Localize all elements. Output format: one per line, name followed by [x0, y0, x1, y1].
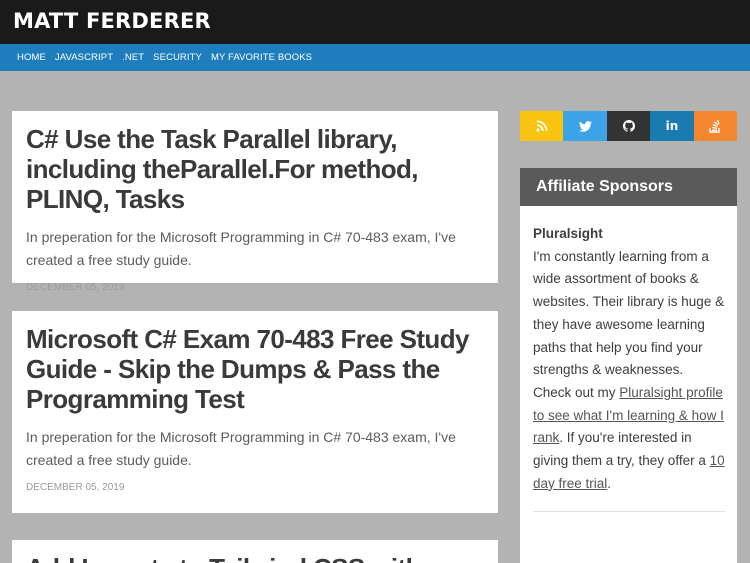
widget-heading: Affiliate Sponsors	[520, 168, 737, 206]
post-excerpt: In preperation for the Microsoft Program…	[26, 429, 456, 468]
main-nav: HOME JAVASCRIPT .NET SECURITY MY FAVORIT…	[0, 44, 750, 71]
nav-home[interactable]: HOME	[17, 52, 46, 63]
post-title-link[interactable]: Microsoft C# Exam 70-483 Free Study Guid…	[26, 324, 484, 414]
nav-my-favorite-books[interactable]: MY FAVORITE BOOKS	[211, 52, 312, 63]
post-title-link[interactable]: C# Use the Task Parallel library, includ…	[26, 124, 484, 214]
social-links: in	[520, 111, 738, 141]
post-card: C# Use the Task Parallel library, includ…	[12, 111, 498, 293]
post-title-link[interactable]: Add Imports to Tailwind CSS with	[26, 553, 484, 563]
github-icon	[622, 120, 635, 132]
post-card: Microsoft C# Exam 70-483 Free Study Guid…	[12, 311, 498, 513]
twitter-icon	[578, 120, 592, 132]
sponsor-description: I'm constantly learning from a wide asso…	[533, 246, 725, 496]
post-excerpt: In preperation for the Microsoft Program…	[26, 229, 456, 268]
affiliate-sponsors-widget: Affiliate Sponsors Pluralsight I'm const…	[520, 168, 737, 563]
post-card: Add Imports to Tailwind CSS with	[12, 540, 498, 563]
divider	[533, 511, 725, 513]
stackoverflow-icon	[709, 119, 721, 133]
linkedin-icon: in	[665, 119, 679, 133]
widget-body: Pluralsight I'm constantly learning from…	[520, 206, 737, 513]
stackoverflow-button[interactable]	[693, 111, 738, 141]
sponsor-text: I'm constantly learning from a wide asso…	[533, 248, 725, 400]
twitter-button[interactable]	[563, 111, 607, 141]
site-header: MATT FERDERER	[0, 0, 750, 44]
sponsor-text: . If you're interested in giving them a …	[533, 430, 710, 469]
post-date: DECEMBER 05, 2019	[26, 482, 125, 493]
github-button[interactable]	[606, 111, 651, 141]
rss-icon	[536, 120, 548, 132]
site-title-link[interactable]: MATT FERDERER	[13, 9, 211, 33]
sponsor-name: Pluralsight	[533, 226, 603, 241]
nav-javascript[interactable]: JAVASCRIPT	[55, 52, 113, 63]
post-date: DECEMBER 05, 2019	[26, 282, 125, 293]
nav-security[interactable]: SECURITY	[153, 52, 202, 63]
nav-dotnet[interactable]: .NET	[122, 52, 144, 63]
rss-button[interactable]	[520, 111, 564, 141]
linkedin-button[interactable]: in	[650, 111, 694, 141]
sponsor-text: .	[607, 475, 612, 491]
